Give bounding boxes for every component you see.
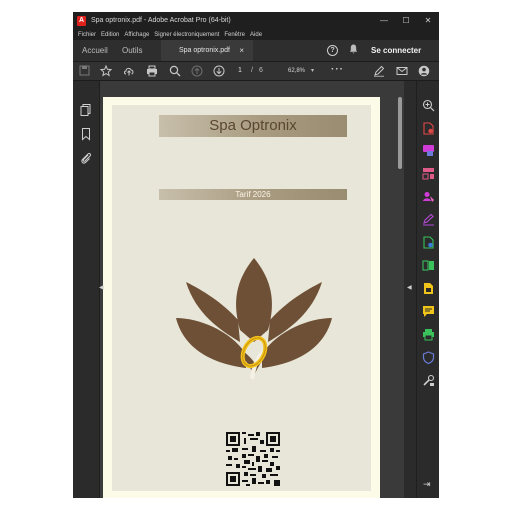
close-window-button[interactable]: ✕ xyxy=(417,12,439,29)
sign-pen-icon[interactable] xyxy=(373,62,386,80)
mail-icon[interactable] xyxy=(396,62,409,80)
next-page-icon[interactable] xyxy=(213,62,226,80)
tab-bar: Accueil Outils Spa optronix.pdf × ? Se c… xyxy=(73,40,439,62)
lotus-logo xyxy=(176,258,332,380)
document-area[interactable]: Spa Optronix Tarif 2026 xyxy=(100,81,404,498)
protect-icon[interactable] xyxy=(422,351,435,365)
more-tools-icon[interactable] xyxy=(422,374,435,387)
previous-page-icon[interactable] xyxy=(191,62,204,80)
pages-icon[interactable] xyxy=(79,103,93,117)
zoom-caret-icon[interactable]: ▾ xyxy=(311,62,314,80)
maximize-button[interactable]: ☐ xyxy=(395,12,417,29)
tab-home[interactable]: Accueil xyxy=(82,40,108,61)
fill-sign-icon[interactable] xyxy=(422,213,435,226)
menu-view[interactable]: Affichage xyxy=(124,32,149,38)
tarif-banner: Tarif 2026 xyxy=(159,189,347,200)
vertical-scrollbar[interactable] xyxy=(398,97,402,169)
left-panel xyxy=(73,81,100,498)
page-content: Spa Optronix Tarif 2026 xyxy=(112,105,371,491)
page-separator: / xyxy=(251,67,253,74)
zoom-icon[interactable] xyxy=(422,99,435,112)
annotation-icon[interactable] xyxy=(422,305,435,318)
share-user-icon[interactable] xyxy=(418,62,431,80)
menu-window[interactable]: Fenêtre xyxy=(224,32,245,38)
create-pdf-icon[interactable] xyxy=(422,144,435,157)
comment-icon[interactable] xyxy=(422,190,435,203)
bookmark-icon[interactable] xyxy=(79,127,93,141)
attachment-icon[interactable] xyxy=(79,151,93,165)
menu-edit[interactable]: Edition xyxy=(101,32,119,38)
menu-e-sign[interactable]: Signer électroniquement xyxy=(154,32,219,38)
window-controls: — ☐ ✕ xyxy=(373,12,439,29)
window-title: Spa optronix.pdf - Adobe Acrobat Pro (64… xyxy=(91,17,231,24)
title-bar: A Spa optronix.pdf - Adobe Acrobat Pro (… xyxy=(73,12,439,29)
more-tools-button[interactable]: ··· xyxy=(331,62,344,78)
print-production-icon[interactable] xyxy=(422,328,435,341)
page-total: 6 xyxy=(259,67,263,74)
search-icon[interactable] xyxy=(169,62,182,80)
upload-cloud-icon[interactable] xyxy=(123,62,136,80)
zoom-dropdown[interactable]: 62,8% xyxy=(288,62,305,80)
expand-panel-icon[interactable]: ⇥ xyxy=(423,479,431,490)
notifications-icon[interactable] xyxy=(349,44,358,56)
toolbar: 1 / 6 62,8% ▾ ··· xyxy=(73,62,439,81)
menu-bar: Fichier Edition Affichage Signer électro… xyxy=(73,29,439,40)
compress-icon[interactable] xyxy=(422,259,435,272)
edit-pdf-icon[interactable] xyxy=(422,167,435,180)
save-icon[interactable] xyxy=(79,62,91,80)
menu-file[interactable]: Fichier xyxy=(78,32,96,38)
page-number-input[interactable]: 1 xyxy=(234,65,246,76)
menu-help[interactable]: Aide xyxy=(250,32,262,38)
sign-in-button[interactable]: Se connecter xyxy=(371,40,421,61)
help-icon[interactable]: ? xyxy=(327,45,338,56)
collapse-left-panel-icon[interactable]: ◀ xyxy=(99,284,104,291)
spa-title: Spa Optronix xyxy=(159,115,347,137)
tab-tools[interactable]: Outils xyxy=(122,40,142,61)
pdf-page: Spa Optronix Tarif 2026 xyxy=(103,97,380,498)
tab-document[interactable]: Spa optronix.pdf × xyxy=(161,40,253,61)
tab-document-label: Spa optronix.pdf xyxy=(179,47,230,54)
bookmark-star-icon[interactable] xyxy=(100,62,113,80)
collapse-right-panel-icon[interactable]: ◀ xyxy=(407,284,412,291)
export-pdf-icon[interactable] xyxy=(422,122,435,135)
right-tools-panel: ⇥ xyxy=(416,81,439,498)
acrobat-window: A Spa optronix.pdf - Adobe Acrobat Pro (… xyxy=(73,12,439,498)
minimize-button[interactable]: — xyxy=(373,12,395,29)
qr-code xyxy=(226,432,280,486)
print-icon[interactable] xyxy=(146,62,159,80)
close-tab-icon[interactable]: × xyxy=(239,40,244,61)
organize-pages-icon[interactable] xyxy=(422,282,435,295)
acrobat-icon: A xyxy=(77,15,86,26)
send-for-review-icon[interactable] xyxy=(422,236,435,249)
